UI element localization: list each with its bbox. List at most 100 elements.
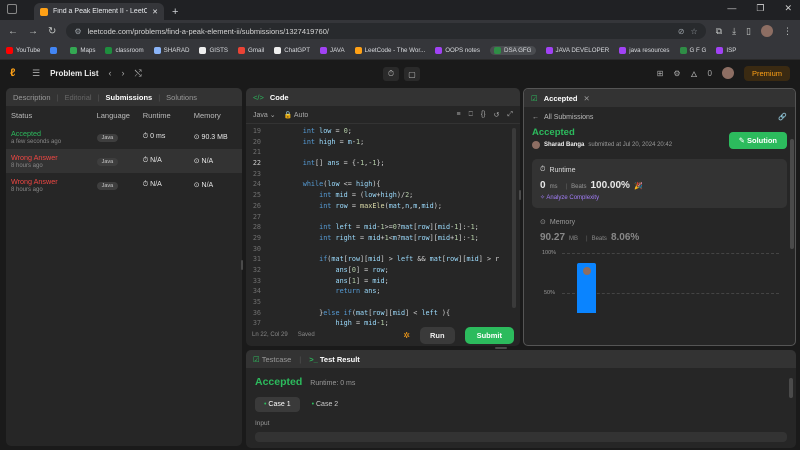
bookmark-item[interactable]: classroom (105, 47, 144, 54)
reset-icon[interactable]: ↺ (494, 111, 500, 119)
col-runtime: Runtime (142, 111, 171, 120)
bookmark-item[interactable]: YouTube (6, 47, 40, 54)
language-select[interactable]: Java ⌄ (253, 111, 276, 119)
splitter-handle[interactable] (241, 260, 243, 270)
bookmark-item[interactable]: ChatGPT (274, 47, 310, 54)
braces-icon[interactable]: {} (481, 111, 486, 118)
bookmark-item[interactable] (50, 47, 60, 54)
fire-icon[interactable]: 🜂 (691, 65, 698, 82)
prev-problem-icon[interactable]: ‹ (109, 68, 112, 78)
analyze-complexity-link[interactable]: ✧ Analyze Complexity (540, 194, 779, 201)
submission-status[interactable]: Accepted (11, 129, 97, 138)
bookmark-icon[interactable]: ⎕ (469, 111, 473, 119)
more-menu-icon[interactable]: ⋮ (783, 26, 792, 37)
tab-solutions[interactable]: Solutions (166, 93, 197, 102)
next-problem-icon[interactable]: › (122, 68, 125, 78)
bookmark-item[interactable]: java resources (619, 47, 670, 54)
test-scrollbar[interactable] (789, 378, 793, 398)
site-info-icon[interactable]: ⚙ (74, 27, 81, 36)
sidebar-icon[interactable]: ▯ (746, 26, 751, 37)
submission-row[interactable]: Wrong Answer 8 hours ago Java ⏱ N/A ⊙ N/… (6, 173, 242, 197)
left-tabs: Description | Editorial | Submissions | Sol… (6, 88, 242, 106)
vsplit-handle[interactable] (519, 190, 521, 200)
bookmark-item[interactable]: G F G (679, 47, 706, 54)
tab-editorial[interactable]: Editorial (64, 93, 91, 102)
maximize-icon[interactable]: ❐ (756, 3, 764, 14)
back-icon[interactable]: ← (8, 26, 18, 37)
back-arrow-icon[interactable]: ← (532, 114, 539, 121)
browser-tab[interactable]: Find a Peak Element II - LeetCo ✕ (34, 3, 164, 20)
close-tab-icon[interactable]: ✕ (584, 94, 590, 103)
timer-icon[interactable]: ⏱ (383, 67, 399, 81)
runtime-card[interactable]: ⏱ Runtime 0 ms | Beats 100.00% 🎉 ✧ Analyz… (532, 159, 787, 208)
tab-search-icon[interactable] (7, 4, 17, 14)
forward-icon[interactable]: → (28, 26, 38, 37)
test-result-tab[interactable]: >_ Test Result (309, 355, 360, 364)
bookmark-item[interactable]: Maps (70, 47, 95, 54)
leetcode-logo-icon[interactable]: ℓ (10, 67, 22, 79)
bookmark-star-icon[interactable]: ☆ (690, 27, 697, 36)
bookmark-item[interactable]: LeetCode - The Wor... (354, 47, 425, 54)
submission-status[interactable]: Wrong Answer (11, 153, 97, 162)
bookmark-item[interactable]: JAVA DEVELOPER (545, 47, 609, 54)
runtime-text: N/A (150, 181, 162, 188)
new-tab-button[interactable]: + (172, 6, 178, 18)
submission-status[interactable]: Wrong Answer (11, 177, 97, 186)
all-submissions-link[interactable]: All Submissions (544, 114, 593, 121)
download-icon[interactable]: ⤓ (732, 26, 736, 37)
case-1-tab[interactable]: • Case 1 (255, 397, 300, 412)
auto-mode[interactable]: 🔒 Auto (284, 111, 309, 119)
expand-icon[interactable]: ⤢ (507, 111, 513, 119)
premium-button[interactable]: Premium (743, 65, 790, 81)
submission-row[interactable]: Accepted a few seconds ago Java ⏱ 0 ms ⊙… (6, 125, 242, 149)
bookmark-label: classroom (115, 47, 144, 54)
username[interactable]: Sharad Banga (544, 142, 584, 148)
bookmark-item[interactable]: ISP (716, 47, 736, 54)
submission-language-cell: Java (96, 157, 143, 166)
runtime-text: 0 ms (150, 133, 166, 140)
memory-card[interactable]: ⊙ Memory 90.27 MB | Beats 8.06% (524, 208, 795, 244)
shuffle-icon[interactable]: ⤭ (135, 68, 142, 79)
extensions-icon[interactable]: ⧉ (716, 26, 722, 37)
bookmark-item[interactable]: OOPS notes (435, 47, 480, 54)
close-tab-icon[interactable]: ✕ (152, 8, 158, 16)
settings-icon[interactable]: ⚙ (673, 69, 680, 78)
bookmark-item[interactable]: DSA GFG (489, 46, 536, 55)
notes-icon[interactable]: ▢ (404, 67, 420, 81)
submit-button[interactable]: Submit (464, 326, 514, 344)
code-scrollbar[interactable] (512, 128, 516, 308)
testcase-tab[interactable]: ☑ Testcase (253, 355, 291, 364)
profile-avatar[interactable] (761, 25, 773, 37)
clock-icon: ⏱ (540, 166, 546, 173)
bookmark-item[interactable]: Gmail (238, 47, 264, 54)
debug-icon[interactable]: ✲ (403, 331, 410, 340)
col-status[interactable]: Status (11, 111, 97, 120)
reload-icon[interactable]: ↻ (48, 26, 56, 37)
tab-description[interactable]: Description (13, 93, 51, 102)
user-avatar[interactable] (721, 67, 734, 79)
link-icon[interactable]: 🔗 (778, 113, 787, 121)
bookmark-item[interactable]: JAVA (320, 47, 345, 54)
list-icon[interactable]: ☰ (32, 68, 40, 79)
hide-icon[interactable]: ⊘ (678, 27, 685, 36)
case-2-tab[interactable]: • Case 2 (306, 397, 345, 412)
close-window-icon[interactable]: ✕ (784, 3, 792, 14)
solution-button[interactable]: ✎ Solution (728, 132, 787, 149)
runtime-bar[interactable] (577, 263, 596, 313)
format-icon[interactable]: ≡ (457, 111, 461, 118)
accepted-tab[interactable]: Accepted (544, 94, 578, 103)
col-language[interactable]: Language (97, 111, 143, 120)
code-editor[interactable]: 19 int low = 0; 20 int high = m-1; 21 22… (246, 124, 520, 330)
minimize-icon[interactable]: — (727, 3, 736, 14)
runtime-unit: ms (549, 184, 558, 190)
result-scrollbar[interactable] (790, 139, 794, 249)
bookmark-item[interactable]: SHARAD (153, 47, 189, 54)
layout-icon[interactable]: ⊞ (657, 69, 664, 78)
run-button[interactable]: Run (419, 326, 455, 344)
bookmark-item[interactable]: GISTS (199, 47, 228, 54)
hsplit-handle[interactable] (495, 347, 507, 349)
problem-list-link[interactable]: Problem List (50, 69, 98, 78)
tab-submissions[interactable]: Submissions (106, 93, 153, 102)
submission-row[interactable]: Wrong Answer 8 hours ago Java ⏱ N/A ⊙ N/… (6, 149, 242, 173)
url-field[interactable]: ⚙ leetcode.com/problems/find-a-peak-elem… (66, 23, 706, 39)
